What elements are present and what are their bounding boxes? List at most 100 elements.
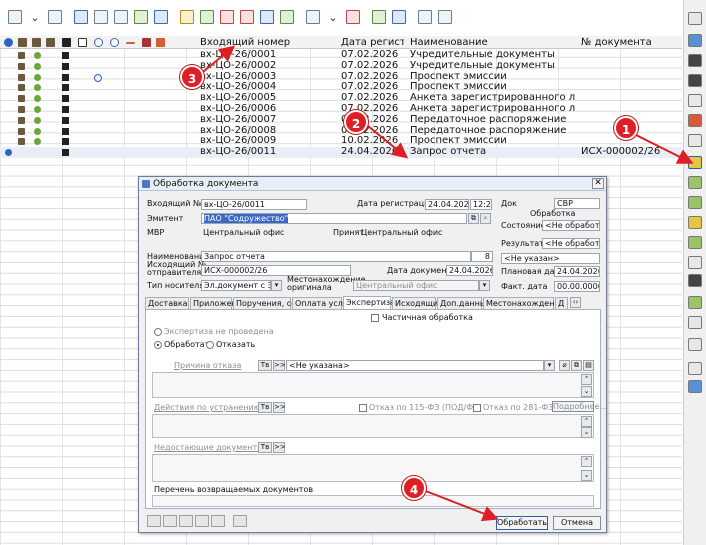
copy-doc-icon[interactable] <box>92 8 110 26</box>
search-icon[interactable] <box>233 515 247 527</box>
paste-icon[interactable]: ▤ <box>583 360 594 371</box>
table-row[interactable]: вх-ЦО-26/0011 24.04.2026 Запрос отчета ИСХ-… <box>0 147 682 158</box>
reject-reason-dropdown-icon[interactable]: ▾ <box>544 360 555 371</box>
chevron-down-icon-2[interactable]: ⌄ <box>324 8 342 26</box>
scroll-down-icon-3[interactable]: ⌄ <box>581 470 592 481</box>
new-doc-icon[interactable] <box>6 8 24 26</box>
missing-docs-label[interactable]: Недостающие документы... <box>154 443 271 453</box>
missing-more[interactable]: >> <box>273 442 286 453</box>
scroll-up-icon-3[interactable]: ⌃ <box>581 456 592 467</box>
tool-box-icon[interactable] <box>688 256 702 269</box>
table-row[interactable]: вх-ЦО-26/0008 07.02.2026 Передаточное расп… <box>0 126 682 137</box>
table-row[interactable]: вх-ЦО-26/0007 07.02.2026 Передаточное расп… <box>0 115 682 126</box>
clock-icon[interactable] <box>94 38 103 47</box>
edit-doc-icon[interactable] <box>152 8 170 26</box>
location-field[interactable]: Центральный офис <box>353 280 479 291</box>
refuse-281-checkbox[interactable] <box>473 404 481 412</box>
tool-open-icon[interactable] <box>688 12 702 25</box>
refuse-115-checkbox[interactable] <box>359 404 367 412</box>
chart-icon[interactable] <box>370 8 388 26</box>
chevron-down-icon[interactable]: ⌄ <box>26 8 44 26</box>
shield-icon[interactable] <box>156 38 165 47</box>
tab-3[interactable]: Оплата услуг <box>292 297 352 309</box>
scroll-down-icon-2[interactable]: ⌄ <box>581 427 592 438</box>
reject-reason-tb[interactable]: Тв <box>258 360 272 371</box>
tab-1[interactable]: Приложения <box>190 297 247 309</box>
clear-icon[interactable]: ⌀ <box>559 360 570 371</box>
find-doc-icon[interactable] <box>72 8 90 26</box>
printer-icon[interactable] <box>62 38 71 47</box>
process-doc-icon[interactable] <box>178 8 196 26</box>
doc-icon[interactable] <box>78 38 87 47</box>
reject-radio[interactable] <box>206 341 214 349</box>
tool-printer-icon[interactable] <box>688 316 702 329</box>
name-field[interactable]: Запрос отчета <box>201 251 471 262</box>
tool-dark2-icon[interactable] <box>688 74 702 87</box>
issuer-field[interactable]: ПАО "Содружество" <box>201 213 467 224</box>
tab-5[interactable]: Исходящие <box>392 297 443 309</box>
reject-reason-field[interactable]: <Не указана> <box>286 360 544 371</box>
stamp2-icon[interactable] <box>32 38 41 47</box>
reg-date-field[interactable]: 24.04.2026 <box>425 199 469 210</box>
tab-7[interactable]: Местонахождение <box>483 297 565 309</box>
tool-misc-icon[interactable] <box>688 134 702 147</box>
delete-doc-icon[interactable] <box>344 8 362 26</box>
partial-processing-checkbox[interactable] <box>371 314 379 322</box>
doc-field[interactable]: СВР <box>554 198 600 209</box>
location-dropdown-icon[interactable]: ▾ <box>479 280 490 291</box>
table-row[interactable]: вх-ЦО-26/0006 07.02.2026 Анкета зарегистри… <box>0 104 682 115</box>
minus-icon[interactable] <box>126 42 135 44</box>
reject-reason-text[interactable]: ⌃ ⌄ <box>152 372 594 398</box>
tab-0[interactable]: Доставка <box>145 297 189 309</box>
tab-8[interactable]: Д <box>555 297 568 309</box>
process-doc-highlight-icon[interactable] <box>198 8 216 26</box>
expertise-not-done-radio[interactable] <box>154 328 162 336</box>
tool-green4-icon[interactable] <box>688 296 702 309</box>
tool-list-icon[interactable] <box>688 34 702 47</box>
remedy-text[interactable]: ⌃ ⌄ <box>152 414 594 438</box>
tool-page-icon[interactable] <box>688 338 702 351</box>
remedy-label[interactable]: Действия по устранению... <box>154 403 268 413</box>
cancel-button[interactable]: Отмена <box>553 516 601 530</box>
col-doc-no[interactable]: № документа <box>581 36 681 49</box>
tool-doc-icon[interactable] <box>688 94 702 107</box>
tab-4[interactable]: Экспертиза <box>343 296 395 309</box>
scroll-up-icon[interactable]: ⌃ <box>581 374 592 385</box>
tabs-scroll-icon[interactable]: ‹› <box>570 297 581 308</box>
remedy-tb[interactable]: Тв <box>258 402 272 413</box>
carrier-field[interactable]: Эл.документ с ЭП <box>201 280 271 291</box>
table-row[interactable]: вх-ЦО-26/0009 10.02.2026 Проспект эмиссии <box>0 136 682 147</box>
robot-icon[interactable] <box>416 8 434 26</box>
info-icon[interactable] <box>4 38 13 47</box>
reject-doc-icon[interactable] <box>218 8 236 26</box>
table-row[interactable]: вх-ЦО-26/0005 07.02.2026 Анкета зарегистри… <box>0 93 682 104</box>
reject-doc3-icon[interactable] <box>258 8 276 26</box>
calculator-icon[interactable] <box>436 8 454 26</box>
route-doc-icon[interactable] <box>112 8 130 26</box>
table-row[interactable]: вх-ЦО-26/0001 07.02.2026 Учредительные док… <box>0 50 682 61</box>
open-doc-icon[interactable] <box>46 8 64 26</box>
state-field[interactable]: <Не обработан> <box>542 220 600 231</box>
details-button[interactable]: Подробнее... <box>552 401 607 412</box>
issuer-search-icon[interactable]: ⌕ <box>480 213 491 224</box>
tab-2[interactable]: Поручения, ссылки <box>233 297 317 309</box>
result-field[interactable]: <Не обработан> <box>542 238 600 249</box>
plan-date-field[interactable]: 24.04.2026 <box>554 266 600 277</box>
field-icon[interactable] <box>390 8 408 26</box>
col-reg-date[interactable]: Дата регист... <box>341 36 404 49</box>
missing-tb[interactable]: Тв <box>258 442 272 453</box>
col-name[interactable]: Наименование <box>410 36 575 49</box>
reg-time-field[interactable]: 12:28 <box>470 199 492 210</box>
nav-prev-icon[interactable] <box>163 515 177 527</box>
check-icon[interactable] <box>110 38 119 47</box>
tool-blue-icon[interactable] <box>688 380 702 393</box>
export-doc-icon[interactable] <box>132 8 150 26</box>
nav-first-icon[interactable] <box>147 515 161 527</box>
tool-mail-icon[interactable] <box>688 216 702 229</box>
table-row[interactable]: вх-ЦО-26/0004 07.02.2026 Проспект эмиссии <box>0 82 682 93</box>
returned-docs-text[interactable] <box>152 495 594 507</box>
issuer-lookup-icon[interactable]: ⧉ <box>468 213 479 224</box>
tool-process-icon[interactable] <box>688 156 702 169</box>
scroll-down-icon[interactable]: ⌄ <box>581 386 592 397</box>
copy-icon[interactable]: ⧉ <box>571 360 582 371</box>
